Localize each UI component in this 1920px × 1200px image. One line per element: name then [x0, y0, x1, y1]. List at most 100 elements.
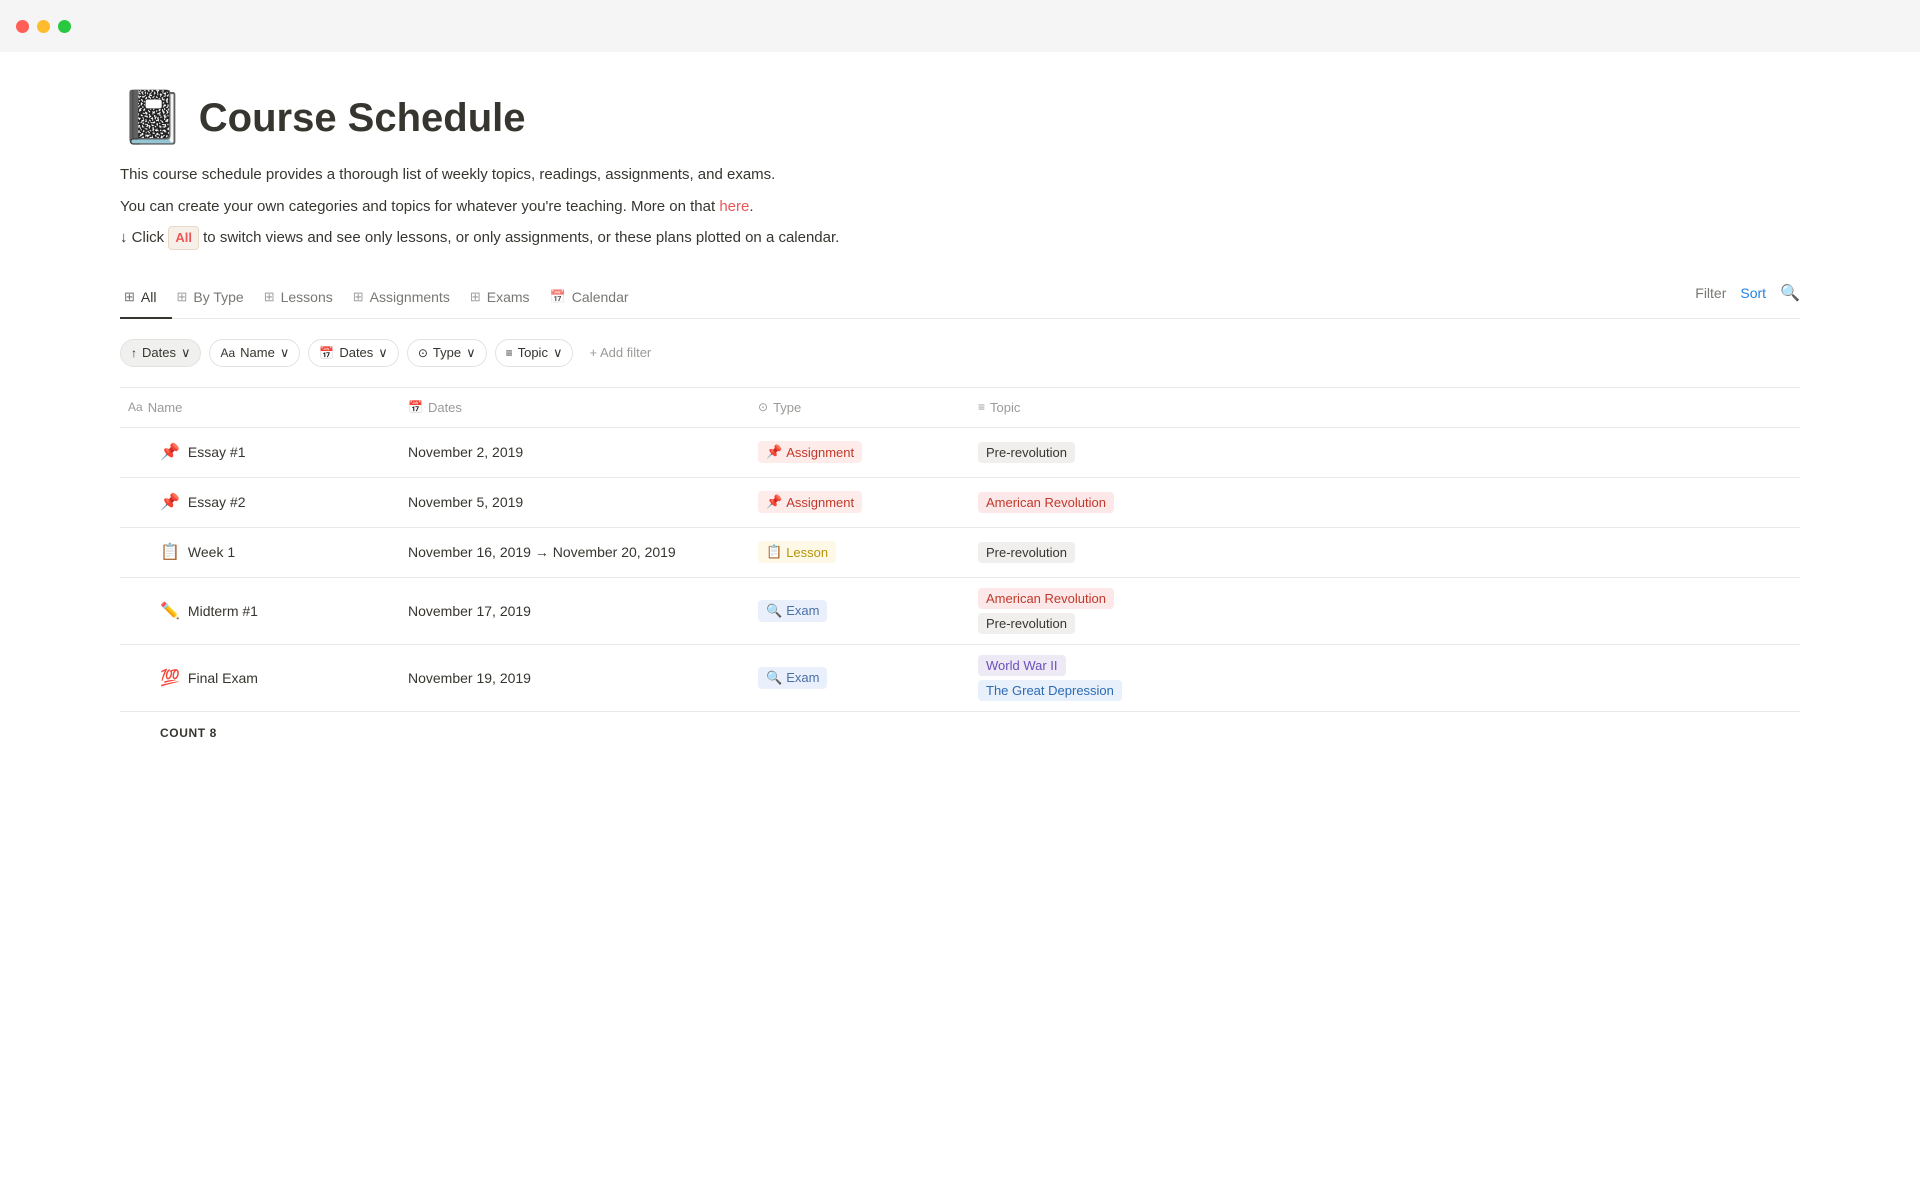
name-col-icon: Aa [128, 400, 143, 414]
chevron-down-icon: ∨ [378, 345, 388, 361]
table-row[interactable]: ✏️ Midterm #1 November 17, 2019 🔍 Exam A… [120, 578, 1800, 645]
col-type-label: Type [773, 400, 801, 415]
up-arrow-icon: ↑ [131, 346, 137, 360]
topic-tag: The Great Depression [978, 680, 1122, 701]
filter-topic[interactable]: ≡ Topic ∨ [495, 339, 574, 367]
row-name: Essay #2 [188, 494, 246, 510]
add-filter-button[interactable]: + Add filter [581, 340, 659, 365]
page-icon: 📓 [120, 92, 185, 144]
tab-assignments-icon: ⊞ [353, 289, 364, 305]
badge-icon: 📌 [766, 444, 782, 460]
cell-topic: World War II The Great Depression [970, 645, 1800, 711]
row-date: November 19, 2019 [408, 670, 531, 686]
filter-dates-label: Dates [339, 345, 373, 360]
tab-exams-label: Exams [487, 289, 530, 305]
description-1: This course schedule provides a thorough… [120, 162, 1800, 188]
column-headers: Aa Name 📅 Dates ⊙ Type ≡ Topic [120, 388, 1800, 428]
badge-label: Exam [786, 670, 819, 685]
pushpin-icon: 📌 [160, 442, 180, 462]
badge-label: Lesson [786, 545, 828, 560]
close-button[interactable] [16, 20, 29, 33]
cell-date: November 16, 2019 → November 20, 2019 [400, 528, 750, 577]
row-date: November 5, 2019 [408, 494, 523, 510]
tab-exams[interactable]: ⊞ Exams [466, 279, 546, 319]
minimize-button[interactable] [37, 20, 50, 33]
table-row[interactable]: 📋 Week 1 November 16, 2019 → November 20… [120, 528, 1800, 578]
topic-tag: Pre-revolution [978, 442, 1075, 463]
main-content: 📓 Course Schedule This course schedule p… [0, 52, 1920, 794]
cell-type: 🔍 Exam [750, 578, 970, 644]
tab-lessons-label: Lessons [281, 289, 333, 305]
cell-topic: Pre-revolution [970, 528, 1800, 577]
tabs-right: Filter Sort 🔍 [1695, 283, 1800, 313]
row-date: November 16, 2019 → November 20, 2019 [408, 544, 676, 560]
filter-type[interactable]: ⊙ Type ∨ [407, 339, 487, 367]
notepad-icon: 📋 [160, 542, 180, 562]
tab-calendar[interactable]: 📅 Calendar [546, 279, 645, 319]
tab-assignments[interactable]: ⊞ Assignments [349, 279, 466, 319]
cell-date: November 17, 2019 [400, 578, 750, 644]
cell-date: November 5, 2019 [400, 478, 750, 527]
filter-dates[interactable]: 📅 Dates ∨ [308, 339, 398, 367]
table-row[interactable]: 📌 Essay #1 November 2, 2019 📌 Assignment… [120, 428, 1800, 478]
filter-dates-sort[interactable]: ↑ Dates ∨ [120, 339, 201, 367]
col-header-dates: 📅 Dates [400, 396, 750, 419]
row-name: Week 1 [188, 544, 235, 560]
tab-by-type-label: By Type [193, 289, 243, 305]
tab-all[interactable]: ⊞ All [120, 279, 172, 319]
badge-icon: 📋 [766, 544, 782, 560]
page-title: Course Schedule [199, 96, 526, 141]
filter-name[interactable]: Aa Name ∨ [209, 339, 300, 367]
cell-topic: Pre-revolution [970, 428, 1800, 477]
here-link[interactable]: here [719, 198, 749, 215]
tab-by-type[interactable]: ⊞ By Type [172, 279, 259, 319]
chevron-down-icon: ∨ [181, 345, 191, 361]
badge-label: Assignment [786, 445, 854, 460]
maximize-button[interactable] [58, 20, 71, 33]
type-badge-lesson: 📋 Lesson [758, 541, 836, 563]
filter-button[interactable]: Filter [1695, 285, 1726, 301]
badge-icon: 🔍 [766, 603, 782, 619]
topic-col-icon: ≡ [978, 400, 985, 414]
row-name: Midterm #1 [188, 603, 258, 619]
filter-type-label: Type [433, 345, 461, 360]
sort-button[interactable]: Sort [1740, 285, 1766, 301]
topic-tag: Pre-revolution [978, 613, 1075, 634]
col-header-type: ⊙ Type [750, 396, 970, 419]
chevron-down-icon: ∨ [553, 345, 563, 361]
count-number: 8 [210, 726, 217, 740]
search-icon[interactable]: 🔍 [1780, 283, 1800, 303]
cell-name: 📌 Essay #2 [120, 478, 400, 527]
row-date: November 17, 2019 [408, 603, 531, 619]
hundred-icon: 💯 [160, 668, 180, 688]
filter-topic-label: Topic [518, 345, 548, 360]
titlebar [0, 0, 1920, 52]
filter-row: ↑ Dates ∨ Aa Name ∨ 📅 Dates ∨ ⊙ Type ∨ ≡… [120, 339, 1800, 367]
calendar-icon: 📅 [319, 346, 334, 360]
badge-label: Exam [786, 603, 819, 618]
tab-by-type-icon: ⊞ [176, 289, 187, 305]
cell-topic: American Revolution [970, 478, 1800, 527]
tab-lessons[interactable]: ⊞ Lessons [260, 279, 349, 319]
cell-type: 📌 Assignment [750, 428, 970, 477]
table-row[interactable]: 💯 Final Exam November 19, 2019 🔍 Exam Wo… [120, 645, 1800, 712]
table-row[interactable]: 📌 Essay #2 November 5, 2019 📌 Assignment… [120, 478, 1800, 528]
tab-assignments-label: Assignments [370, 289, 450, 305]
pencil-icon: ✏️ [160, 601, 180, 621]
type-badge-exam: 🔍 Exam [758, 667, 827, 689]
topic-tag: American Revolution [978, 492, 1114, 513]
description-2: You can create your own categories and t… [120, 194, 1800, 220]
col-header-name: Aa Name [120, 396, 400, 419]
chevron-down-icon: ∨ [466, 345, 476, 361]
cell-type: 🔍 Exam [750, 645, 970, 711]
tab-lessons-icon: ⊞ [264, 289, 275, 305]
row-name: Essay #1 [188, 444, 246, 460]
topic-tag: American Revolution [978, 588, 1114, 609]
col-name-label: Name [148, 400, 183, 415]
cell-date: November 19, 2019 [400, 645, 750, 711]
badge-icon: 🔍 [766, 670, 782, 686]
row-date: November 2, 2019 [408, 444, 523, 460]
circle-icon: ⊙ [418, 346, 428, 360]
tab-exams-icon: ⊞ [470, 289, 481, 305]
all-badge[interactable]: All [168, 226, 199, 250]
